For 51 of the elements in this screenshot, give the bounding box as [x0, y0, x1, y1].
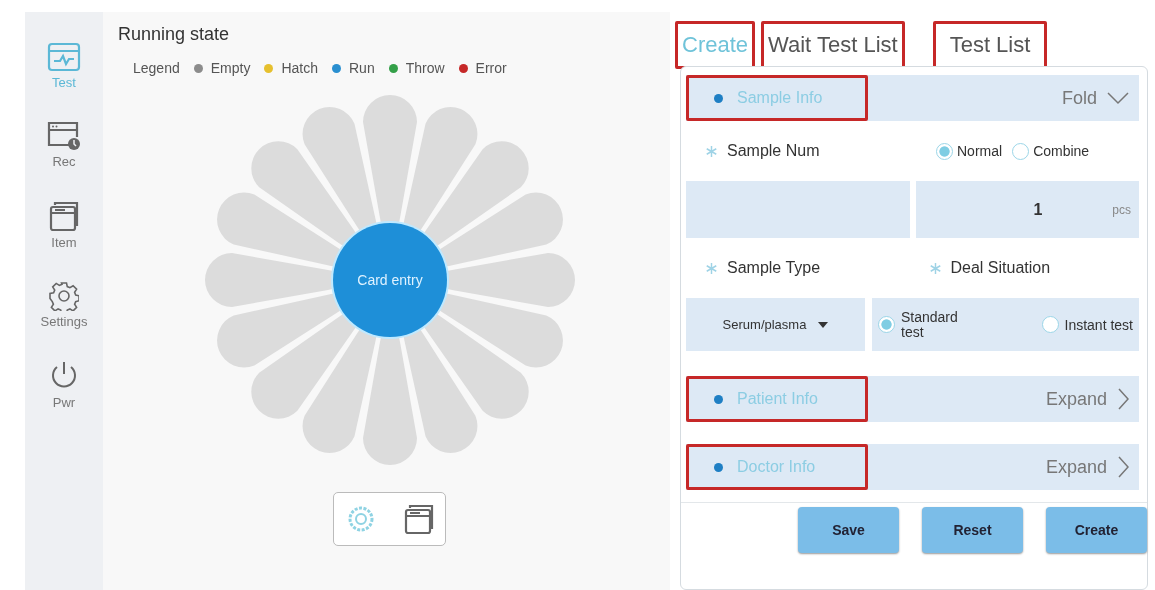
- bullet-icon: [714, 394, 723, 404]
- sample-number-field[interactable]: [686, 181, 910, 238]
- sidebar-item[interactable]: Rec: [27, 121, 101, 169]
- settings-icon: [49, 281, 79, 311]
- field-label: Deal Situation: [950, 259, 1051, 277]
- fold-toggle[interactable]: Fold: [1062, 87, 1097, 109]
- view-toggle[interactable]: [348, 506, 374, 532]
- chevron-right-icon: [1117, 388, 1129, 410]
- radio-button[interactable]: [1012, 142, 1030, 160]
- bullet-icon: [714, 462, 723, 472]
- caret-icon: [818, 321, 829, 328]
- section-title: Running state: [118, 24, 231, 45]
- section-title: Sample Info: [737, 89, 823, 107]
- legend-label: Error: [475, 60, 507, 76]
- sidebar-item[interactable]: Settings: [27, 281, 101, 329]
- sidebar-item[interactable]: Item: [27, 200, 101, 250]
- radio-label: Combine: [1033, 143, 1090, 159]
- section-title: Patient Info: [737, 390, 818, 408]
- view-toggle[interactable]: [404, 503, 434, 535]
- action-button[interactable]: Create: [1046, 507, 1147, 553]
- legend-label: Legend: [133, 60, 180, 76]
- action-button[interactable]: Save: [798, 507, 899, 553]
- expand-toggle[interactable]: Expand: [1045, 388, 1107, 410]
- count-value: 1: [1033, 200, 1043, 219]
- expand-toggle[interactable]: Expand: [1045, 456, 1107, 478]
- chevron-down-icon: [1107, 91, 1129, 105]
- stacked-cards-icon: [49, 200, 79, 232]
- radio-button[interactable]: [1041, 316, 1059, 333]
- radio-button[interactable]: [936, 142, 953, 160]
- unit-label: pcs: [1112, 202, 1131, 217]
- window-clock-icon: [47, 121, 81, 151]
- action-button[interactable]: Reset: [922, 507, 1023, 553]
- legend-label: Empty: [210, 60, 251, 76]
- sample-type-dropdown[interactable]: Serum/plasma: [686, 298, 865, 351]
- radio-label: Normal: [957, 143, 1003, 159]
- count-field[interactable]: 1 pcs: [915, 181, 1139, 238]
- monitor-pulse-icon: [47, 42, 81, 72]
- section-title: Doctor Info: [737, 458, 816, 476]
- stacked-cards-icon: [404, 503, 434, 535]
- field-label: Sample Type: [727, 259, 821, 277]
- field-label: Sample Num: [727, 142, 820, 160]
- legend-label: Run: [349, 60, 375, 76]
- radio-button[interactable]: [878, 316, 895, 333]
- radio-label: Instant test: [1064, 316, 1133, 333]
- radio-label: Standard test: [901, 309, 959, 340]
- legend-label: Hatch: [281, 60, 318, 76]
- sidebar-item[interactable]: Pwr: [27, 360, 101, 410]
- bullet-icon: [714, 93, 723, 103]
- wheel-icon: [348, 506, 374, 532]
- chevron-right-icon: [1117, 456, 1129, 478]
- legend-label: Throw: [405, 60, 445, 76]
